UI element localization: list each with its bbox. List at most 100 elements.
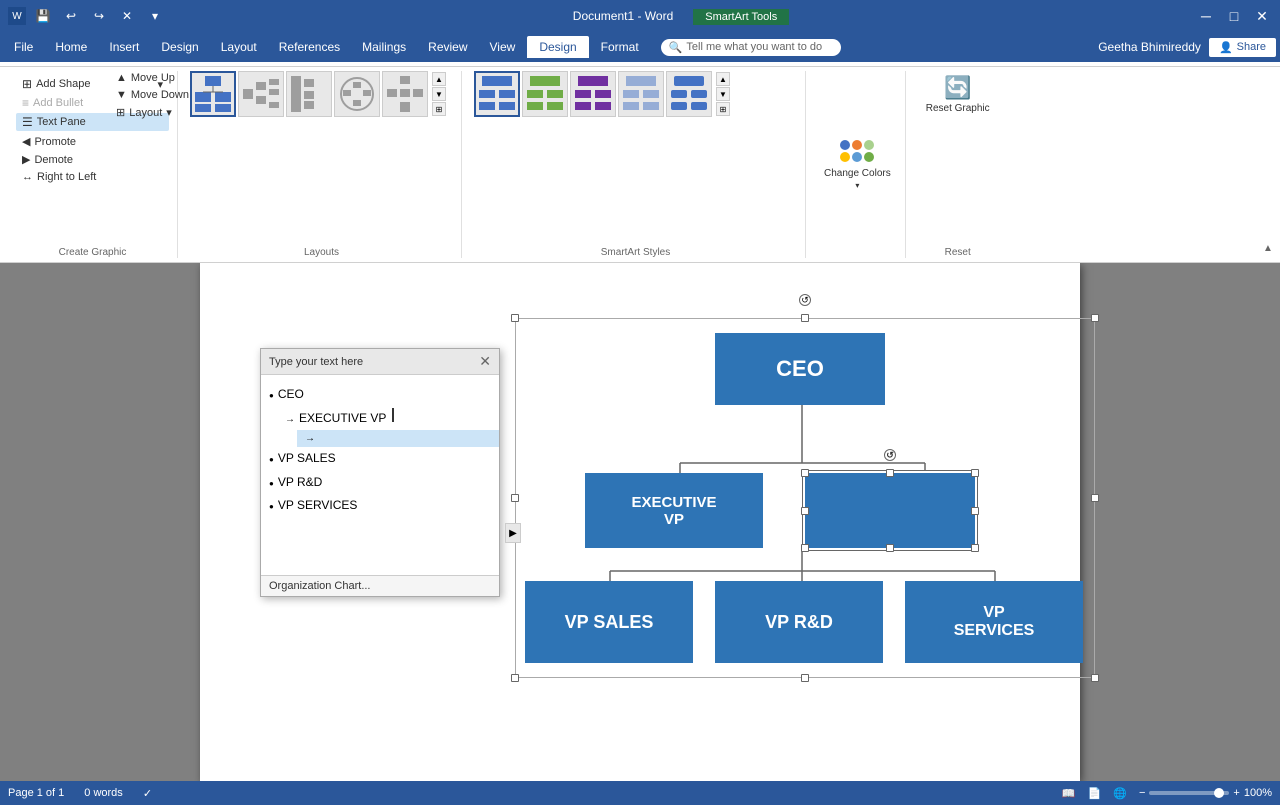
empty-node-handle-tl[interactable] xyxy=(801,469,809,477)
menu-review[interactable]: Review xyxy=(418,36,477,58)
menu-home[interactable]: Home xyxy=(45,36,97,58)
change-colors-button[interactable]: Change Colors ▾ xyxy=(818,136,897,194)
empty-node-handle-bl[interactable] xyxy=(801,544,809,552)
page-indicator: Page 1 of 1 xyxy=(8,787,64,799)
text-pane-exec-vp: EXECUTIVE VP xyxy=(299,409,386,428)
menu-design-smartart[interactable]: Design xyxy=(527,36,588,58)
empty-node-handle-br[interactable] xyxy=(971,544,979,552)
status-bar: Page 1 of 1 0 words ✓ 📖 📄 🌐 − + 100% xyxy=(0,781,1280,805)
text-pane-close-button[interactable]: ✕ xyxy=(479,353,491,370)
zoom-out-button[interactable]: − xyxy=(1139,787,1145,799)
demote-label: Demote xyxy=(34,154,73,166)
promote-button[interactable]: ◀ Promote xyxy=(16,133,102,150)
handle-tr[interactable] xyxy=(1091,314,1099,322)
layout-scroll-up[interactable]: ▲ xyxy=(432,72,446,86)
reset-label: Reset xyxy=(918,245,998,258)
style-scroll-expand[interactable]: ⊞ xyxy=(716,102,730,116)
vp-rd-node[interactable]: VP R&D xyxy=(715,581,883,663)
tell-me-text: Tell me what you want to do xyxy=(686,41,822,53)
handle-bl[interactable] xyxy=(511,674,519,682)
empty-node-handle-bm[interactable] xyxy=(886,544,894,552)
style-thumb-5[interactable] xyxy=(666,71,712,117)
handle-tl[interactable] xyxy=(511,314,519,322)
title-bar-controls: ─ □ ✕ xyxy=(1196,6,1272,26)
redo-qat-button[interactable]: ↪ xyxy=(88,5,110,27)
style-scroll-down[interactable]: ▼ xyxy=(716,87,730,101)
tell-me-input[interactable]: 🔍 Tell me what you want to do xyxy=(661,39,841,56)
smartart-container[interactable]: ↺ xyxy=(515,318,1095,678)
menu-format[interactable]: Format xyxy=(591,36,649,58)
right-to-left-button[interactable]: ↔ Right to Left xyxy=(16,169,102,185)
menu-design[interactable]: Design xyxy=(151,36,208,58)
handle-ml[interactable] xyxy=(511,494,519,502)
move-up-button[interactable]: ▲ Move Up xyxy=(110,70,195,86)
empty-node-handle-tr[interactable] xyxy=(971,469,979,477)
reset-graphic-button[interactable]: 🔄 Reset Graphic xyxy=(918,71,998,118)
undo-qat-button[interactable]: ↩ xyxy=(60,5,82,27)
style-thumb-3[interactable] xyxy=(570,71,616,117)
text-pane-empty-input[interactable] xyxy=(319,430,491,444)
zoom-slider[interactable] xyxy=(1149,791,1229,795)
style-thumb-2[interactable] xyxy=(522,71,568,117)
move-down-button[interactable]: ▼ Move Down xyxy=(110,87,195,103)
layout-thumb-3[interactable] xyxy=(286,71,332,117)
demote-button[interactable]: ▶ Demote xyxy=(16,151,102,168)
empty-node-handle-mr[interactable] xyxy=(971,507,979,515)
layout-thumb-1[interactable] xyxy=(190,71,236,117)
layout-scroll-down[interactable]: ▼ xyxy=(432,87,446,101)
handle-tm[interactable] xyxy=(801,314,809,322)
layout-thumb-4[interactable] xyxy=(334,71,380,117)
word-icon: W xyxy=(8,7,26,25)
text-pane-item-vp-rd: ● VP R&D xyxy=(269,471,491,494)
exec-vp-node[interactable]: EXECUTIVEVP xyxy=(585,473,763,548)
menu-layout[interactable]: Layout xyxy=(211,36,267,58)
save-qat-button[interactable]: 💾 xyxy=(32,5,54,27)
layout-button[interactable]: ⊞ Layout ▾ xyxy=(110,104,195,121)
menu-view[interactable]: View xyxy=(480,36,526,58)
close-qat-button[interactable]: ✕ xyxy=(116,5,138,27)
customize-qat-button[interactable]: ▾ xyxy=(144,5,166,27)
restore-button[interactable]: □ xyxy=(1224,6,1244,26)
ribbon-collapse-button[interactable]: ▲ xyxy=(1260,168,1276,258)
handle-mr[interactable] xyxy=(1091,494,1099,502)
text-pane-vp-services: VP SERVICES xyxy=(278,496,358,515)
text-pane-item-vp-services: ● VP SERVICES xyxy=(269,494,491,517)
handle-bm[interactable] xyxy=(801,674,809,682)
create-graphic-label: Create Graphic xyxy=(16,245,169,258)
menu-mailings[interactable]: Mailings xyxy=(352,36,416,58)
style-scroll-up[interactable]: ▲ xyxy=(716,72,730,86)
layout-thumb-2[interactable] xyxy=(238,71,284,117)
style-thumb-1[interactable] xyxy=(474,71,520,117)
minimize-button[interactable]: ─ xyxy=(1196,6,1216,26)
add-shape-label: Add Shape xyxy=(36,78,90,90)
text-pane-item-empty[interactable]: → xyxy=(297,430,499,447)
handle-br[interactable] xyxy=(1091,674,1099,682)
zoom-in-button[interactable]: + xyxy=(1233,787,1239,799)
menu-bar: File Home Insert Design Layout Reference… xyxy=(0,32,1280,62)
rotation-handle[interactable]: ↺ xyxy=(799,294,811,306)
proofing-icon[interactable]: ✓ xyxy=(143,787,152,800)
menu-file[interactable]: File xyxy=(4,36,43,58)
menu-references[interactable]: References xyxy=(269,36,350,58)
empty-node[interactable]: ↺ xyxy=(805,473,975,548)
empty-node-handle-ml[interactable] xyxy=(801,507,809,515)
layout-thumb-5[interactable] xyxy=(382,71,428,117)
print-layout-icon[interactable]: 📄 xyxy=(1088,787,1102,800)
menu-insert[interactable]: Insert xyxy=(99,36,149,58)
read-mode-icon[interactable]: 📖 xyxy=(1062,787,1076,800)
document-page: Type your text here ✕ ● CEO → EXECUTIVE … xyxy=(200,263,1080,781)
vp-services-node[interactable]: VPSERVICES xyxy=(905,581,1083,663)
empty-node-handle-tm[interactable] xyxy=(886,469,894,477)
search-icon: 🔍 xyxy=(669,41,683,54)
ceo-node[interactable]: CEO xyxy=(715,333,885,405)
layout-scroll-expand[interactable]: ⊞ xyxy=(432,102,446,116)
vp-sales-node[interactable]: VP SALES xyxy=(525,581,693,663)
close-button[interactable]: ✕ xyxy=(1252,6,1272,26)
style-scroll: ▲ ▼ ⊞ xyxy=(716,72,730,116)
style-thumb-4[interactable] xyxy=(618,71,664,117)
text-pane-expand-button[interactable]: ▶ xyxy=(505,523,521,543)
web-layout-icon[interactable]: 🌐 xyxy=(1113,787,1127,800)
user-section: Geetha Bhimireddy 👤 Share xyxy=(1098,38,1276,57)
share-button[interactable]: 👤 Share xyxy=(1209,38,1276,57)
empty-node-rotation-handle[interactable]: ↺ xyxy=(884,449,896,461)
